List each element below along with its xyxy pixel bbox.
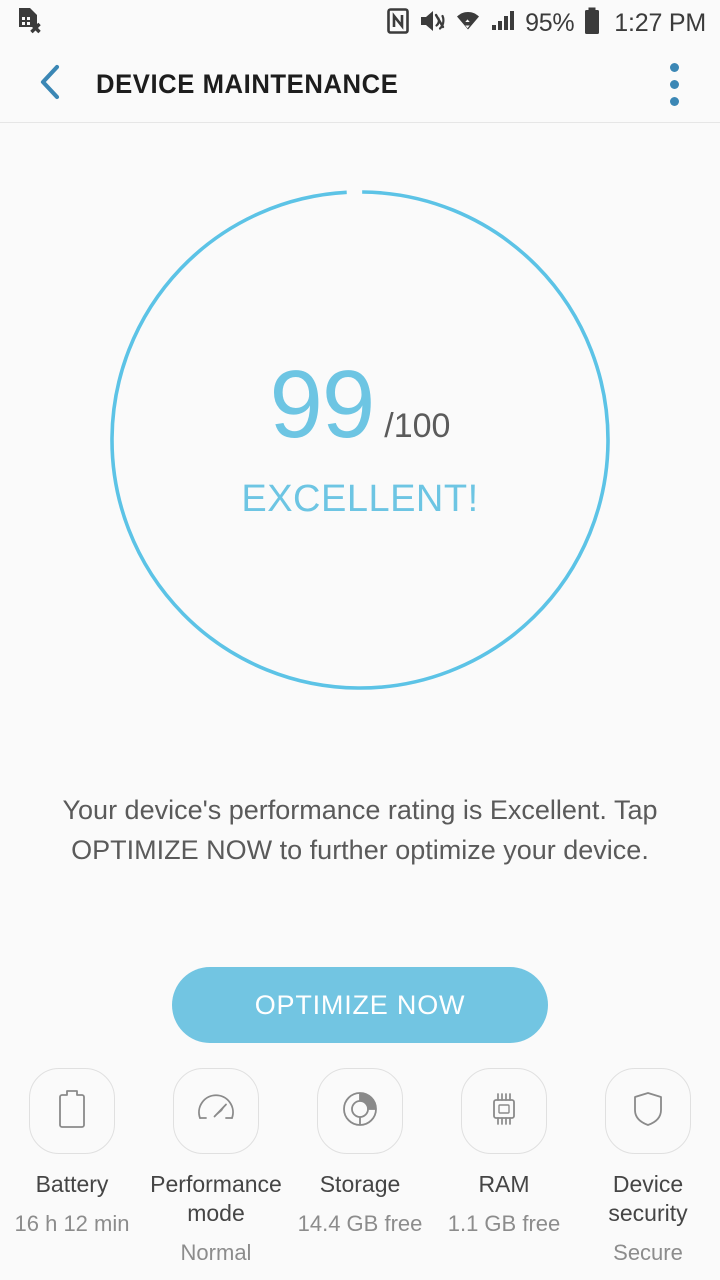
more-vertical-icon-dot-3 bbox=[670, 97, 679, 106]
cpu-chip-icon bbox=[484, 1089, 524, 1134]
cellular-signal-icon bbox=[490, 8, 516, 39]
quick-item-storage-icon-box bbox=[317, 1068, 403, 1154]
battery-icon bbox=[55, 1088, 89, 1135]
score-denominator: /100 bbox=[384, 407, 450, 446]
gauge-icon bbox=[196, 1089, 236, 1134]
quick-item-performance-mode[interactable]: Performance mode Normal bbox=[144, 1068, 288, 1266]
quick-item-performance-mode-icon-box bbox=[173, 1068, 259, 1154]
no-sim-card-icon bbox=[16, 6, 42, 41]
quick-item-device-security-label: Device security bbox=[576, 1170, 720, 1228]
quick-item-performance-mode-value: Normal bbox=[181, 1240, 252, 1266]
more-vertical-icon-dot-2 bbox=[670, 80, 679, 89]
status-bar-left bbox=[16, 6, 42, 41]
more-options-button[interactable] bbox=[654, 56, 694, 112]
quick-item-battery-icon-box bbox=[29, 1068, 115, 1154]
page-title: DEVICE MAINTENANCE bbox=[96, 69, 398, 100]
score-value: 99 bbox=[270, 359, 375, 450]
pie-chart-icon bbox=[340, 1089, 380, 1134]
quick-item-device-security[interactable]: Device security Secure bbox=[576, 1068, 720, 1266]
quick-item-device-security-icon-box bbox=[605, 1068, 691, 1154]
quick-item-ram-value: 1.1 GB free bbox=[448, 1211, 561, 1237]
quick-item-storage[interactable]: Storage 14.4 GB free bbox=[288, 1068, 432, 1237]
more-vertical-icon-dot-1 bbox=[670, 63, 679, 72]
status-bar: 95% 1:27 PM bbox=[0, 0, 720, 46]
status-bar-clock: 1:27 PM bbox=[614, 9, 706, 38]
score-rating-label: EXCELLENT! bbox=[241, 478, 478, 521]
device-maintenance-screen: 95% 1:27 PM DEVICE MAINTENANCE bbox=[0, 0, 720, 1280]
optimize-now-button[interactable]: OPTIMIZE NOW bbox=[172, 967, 548, 1043]
nfc-icon bbox=[386, 8, 410, 39]
score-value-row: 99 /100 bbox=[270, 359, 451, 450]
quick-item-battery[interactable]: Battery 16 h 12 min bbox=[0, 1068, 144, 1237]
quick-item-performance-mode-label: Performance mode bbox=[144, 1170, 288, 1228]
quick-items-row: Battery 16 h 12 min Performance mode Nor… bbox=[0, 1068, 720, 1266]
quick-item-storage-label: Storage bbox=[320, 1170, 401, 1199]
quick-item-device-security-value: Secure bbox=[613, 1240, 683, 1266]
app-bar: DEVICE MAINTENANCE bbox=[0, 46, 720, 122]
app-bar-divider bbox=[0, 122, 720, 123]
device-score-ring: 99 /100 EXCELLENT! bbox=[110, 190, 610, 690]
battery-icon bbox=[583, 7, 601, 40]
quick-item-battery-label: Battery bbox=[36, 1170, 109, 1199]
chevron-left-icon bbox=[35, 62, 65, 107]
volume-mute-icon bbox=[419, 8, 446, 39]
score-center: 99 /100 EXCELLENT! bbox=[110, 190, 610, 690]
shield-icon bbox=[631, 1089, 665, 1134]
description-text: Your device's performance rating is Exce… bbox=[50, 790, 670, 870]
quick-item-ram[interactable]: RAM 1.1 GB free bbox=[432, 1068, 576, 1237]
battery-percent-label: 95% bbox=[525, 9, 574, 38]
back-button[interactable] bbox=[20, 54, 80, 114]
quick-item-storage-value: 14.4 GB free bbox=[298, 1211, 423, 1237]
status-bar-right: 95% 1:27 PM bbox=[386, 7, 706, 40]
quick-item-ram-label: RAM bbox=[478, 1170, 529, 1199]
wifi-icon bbox=[455, 8, 481, 39]
quick-item-battery-value: 16 h 12 min bbox=[15, 1211, 130, 1237]
quick-item-ram-icon-box bbox=[461, 1068, 547, 1154]
